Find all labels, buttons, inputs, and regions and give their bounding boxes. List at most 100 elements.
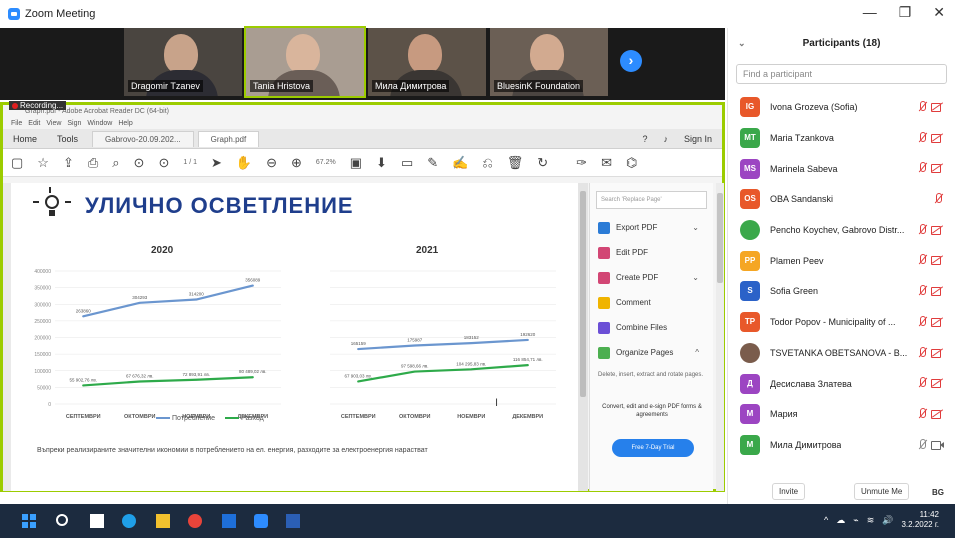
maximize-button[interactable]: ❐ [899, 4, 912, 21]
page-scrollbar[interactable] [578, 183, 588, 491]
unmute-me-button[interactable]: Unmute Me [854, 483, 910, 500]
bell-icon[interactable]: ♪ [663, 134, 668, 144]
tool-item[interactable]: Export PDF ⌄ [590, 215, 713, 240]
participant-row[interactable]: OS OBA Sandanski [728, 184, 955, 215]
network-icon[interactable]: ⌁ [853, 515, 858, 526]
search-icon[interactable] [56, 514, 68, 526]
zoom-level[interactable]: 67.2% [316, 159, 336, 166]
participant-row[interactable]: MT Maria Tzankova [728, 123, 955, 154]
upload-icon[interactable]: ⇪ [63, 155, 74, 171]
delete-icon[interactable]: 🗑 [507, 155, 524, 171]
chevron-icon[interactable]: ⌄ [692, 273, 699, 282]
tool-item[interactable]: Edit PDF [590, 240, 713, 265]
video-tile[interactable]: Мила Димитрова [368, 28, 486, 96]
participant-row[interactable]: MS Marinela Sabeva [728, 153, 955, 184]
tab-home[interactable]: Home [3, 134, 47, 144]
clock[interactable]: 11:42 3.2.2022 г. [901, 510, 939, 530]
highlight-icon[interactable]: ⬇ [376, 155, 387, 171]
chrome-icon[interactable] [188, 514, 202, 528]
participant-row[interactable]: TSVETANKA OBETSANOVA - B... [728, 338, 955, 369]
participant-status-icons [917, 377, 943, 389]
chevron-icon[interactable]: ⌄ [692, 223, 699, 232]
pen-icon[interactable]: ✎ [427, 155, 438, 171]
scrollbar-thumb[interactable] [580, 191, 586, 397]
tools-scrollbar[interactable] [716, 183, 724, 491]
tool-item[interactable]: Organize Pages ^ [590, 340, 713, 365]
search-icon[interactable]: ⌕ [112, 155, 119, 171]
acrobat-menubar: File Edit View Sign Window Help [3, 117, 722, 129]
task-view-icon[interactable] [90, 514, 104, 528]
volume-icon[interactable]: 🔊 [882, 515, 893, 526]
chevron-icon[interactable]: ^ [695, 348, 699, 357]
tab-tools[interactable]: Tools [47, 134, 88, 144]
share-icon[interactable]: ⌬ [626, 155, 637, 171]
free-trial-button[interactable]: Free 7-Day Trial [612, 439, 694, 457]
participant-search-input[interactable]: Find a participant [736, 64, 947, 84]
zoom-app-icon[interactable] [254, 514, 268, 528]
stamp-icon[interactable]: ⎌ [482, 155, 492, 171]
scrollbar-thumb[interactable] [717, 193, 723, 283]
star-icon[interactable]: ☆ [37, 155, 49, 171]
participant-row[interactable]: М Мария [728, 399, 955, 430]
chart-2021: СЕПТЕМВРИ ОКТОМВРИ НОЕМВРИ ДЕКЕМВРИ 165159 17… [330, 270, 556, 420]
participant-row[interactable]: PP Plamen Peev [728, 245, 955, 276]
sign-in-link[interactable]: Sign In [684, 134, 712, 144]
zoom-out-icon[interactable]: ⊖ [266, 155, 277, 171]
video-tile[interactable]: Dragomir Tzanev [124, 28, 242, 96]
menu-window[interactable]: Window [87, 120, 112, 127]
zoom-in-icon[interactable]: ⊕ [291, 155, 302, 171]
page-up-icon[interactable]: ⊙ [134, 155, 145, 171]
menu-edit[interactable]: Edit [28, 120, 40, 127]
collapse-chevron-icon[interactable]: ⌄ [738, 38, 746, 49]
rotate-icon[interactable]: ↻ [537, 155, 548, 171]
edge-browser-icon[interactable] [122, 514, 136, 528]
cursor-select-icon[interactable]: ➤ [211, 155, 222, 171]
participant-row[interactable]: M Мила Димитрова [728, 430, 955, 461]
participant-status-icons [917, 346, 943, 359]
windows-start-icon[interactable] [22, 514, 36, 528]
page-counter[interactable]: 1 / 1 [183, 159, 197, 166]
participant-row[interactable]: S Sofia Green [728, 276, 955, 307]
cloud-icon[interactable]: ☁ [836, 515, 845, 526]
mail-icon[interactable]: ✉ [601, 155, 612, 171]
legend-item: Разход [225, 415, 264, 422]
menu-help[interactable]: Help [118, 120, 132, 127]
page-down-icon[interactable]: ⊙ [158, 155, 169, 171]
data-point [251, 284, 254, 287]
menu-view[interactable]: View [46, 120, 61, 127]
data-label: 67 676,32 лв. [126, 373, 154, 378]
hand-tool-icon[interactable]: ✋ [236, 155, 252, 171]
doc-tab-graph[interactable]: Graph.pdf [197, 130, 260, 147]
file-explorer-icon[interactable] [156, 514, 170, 528]
fill-sign-icon[interactable]: ✑ [576, 155, 587, 171]
help-icon[interactable]: ? [642, 134, 647, 144]
tool-item[interactable]: Comment [590, 290, 713, 315]
doc-tab-gabrovo[interactable]: Gabrovo-20.09.202... [92, 130, 194, 147]
tools-search-input[interactable]: Search 'Replace Page' [596, 191, 707, 209]
wifi-icon[interactable]: ≋ [867, 515, 875, 526]
tool-item[interactable]: Create PDF ⌄ [590, 265, 713, 290]
word-icon[interactable] [286, 514, 300, 528]
tool-item[interactable]: Combine Files [590, 315, 713, 340]
video-tile[interactable]: BluesinK Foundation [490, 28, 608, 96]
close-button[interactable]: ✕ [933, 4, 945, 21]
participant-row[interactable]: IG Ivona Grozeva (Sofia) [728, 92, 955, 123]
tools-list: Export PDF ⌄ Edit PDF Create PDF ⌄ Comment Com… [590, 215, 713, 365]
create-icon[interactable]: ▢ [11, 155, 23, 171]
next-page-arrow-icon[interactable]: › [620, 50, 642, 72]
participant-row[interactable]: Pencho Koychev, Gabrovo Distr... [728, 215, 955, 246]
comment-icon[interactable]: ▭ [401, 155, 413, 171]
sign-icon[interactable]: ✍ [452, 155, 468, 171]
invite-button[interactable]: Invite [772, 483, 806, 500]
menu-sign[interactable]: Sign [67, 120, 81, 127]
outlook-icon[interactable] [222, 514, 236, 528]
menu-file[interactable]: File [11, 120, 22, 127]
participant-row[interactable]: Д Десислава Златева [728, 368, 955, 399]
participant-row[interactable]: TP Todor Popov - Municipality of ... [728, 307, 955, 338]
page-fit-icon[interactable]: ▣ [350, 155, 362, 171]
print-icon[interactable]: ⎙ [88, 155, 98, 171]
tray-chevron-icon[interactable]: ^ [824, 515, 828, 525]
minimize-button[interactable]: — [863, 4, 877, 21]
video-tile-active-speaker[interactable]: Tania Hristova [244, 26, 366, 98]
left-panel-toggle[interactable] [3, 183, 11, 491]
